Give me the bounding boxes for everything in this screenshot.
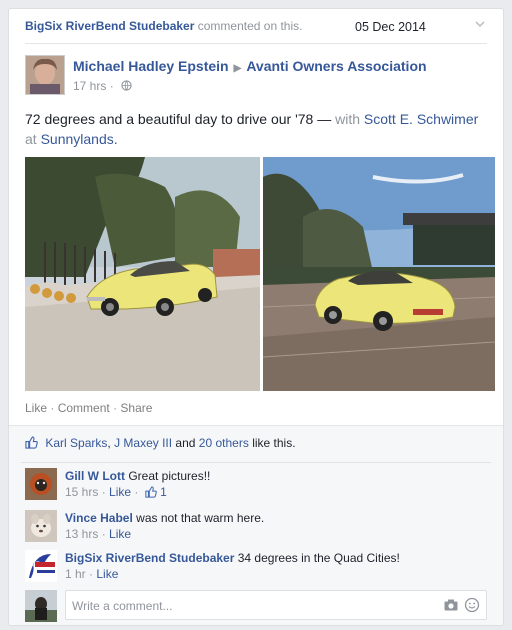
story-date: 05 Dec 2014 xyxy=(355,20,426,34)
comment-item: Gill W Lott Great pictures!! 15 hrs · Li… xyxy=(25,468,487,508)
author-avatar[interactable] xyxy=(25,55,65,95)
feedback-section: Karl Sparks, J Maxey III and 20 others l… xyxy=(9,425,503,625)
globe-icon[interactable] xyxy=(121,80,132,91)
comment-text: was not that warm here. xyxy=(136,511,265,525)
comment-item: BigSix RiverBend Studebaker 34 degrees i… xyxy=(25,550,487,590)
meta-dot: · xyxy=(101,485,106,499)
comment-text: Great pictures!! xyxy=(128,469,211,483)
viewer-avatar xyxy=(25,590,57,622)
likes-comma: , xyxy=(107,436,111,450)
post-actions: Like · Comment · Share xyxy=(25,401,152,415)
post-timestamp[interactable]: 17 hrs xyxy=(73,79,106,93)
commenter-name-link[interactable]: Gill W Lott xyxy=(65,469,125,483)
comment-time[interactable]: 1 hr xyxy=(65,567,86,581)
commenter-avatar[interactable] xyxy=(25,510,57,542)
post-meta: 17 hrs · xyxy=(73,79,132,93)
post-message: 72 degrees and a beautiful day to drive … xyxy=(25,109,487,149)
meta-dot: · xyxy=(109,79,114,93)
author-line: Michael Hadley Epstein ▶ Avanti Owners Ass… xyxy=(73,58,427,74)
arrow-right-icon: ▶ xyxy=(233,63,242,74)
share-button[interactable]: Share xyxy=(120,401,152,415)
comment-input-placeholder: Write a comment... xyxy=(72,599,173,613)
emoji-icon[interactable] xyxy=(464,597,480,613)
author-name-link[interactable]: Michael Hadley Epstein xyxy=(73,58,229,74)
comment-text: 34 degrees in the Quad Cities! xyxy=(237,551,400,565)
commenter-name-link[interactable]: BigSix RiverBend Studebaker xyxy=(65,551,234,565)
news-feed-story: BigSix RiverBend Studebaker commented on… xyxy=(8,8,504,626)
comment-button[interactable]: Comment xyxy=(58,401,110,415)
comment-input[interactable]: Write a comment... xyxy=(65,590,487,620)
action-dot: · xyxy=(113,401,118,415)
photo-2[interactable] xyxy=(263,157,495,391)
comment-like-link[interactable]: Like xyxy=(96,567,118,581)
liker-link-2[interactable]: J Maxey III xyxy=(114,436,172,450)
likes-and: and xyxy=(175,436,196,450)
with-label: with xyxy=(335,111,361,127)
meta-dot: · xyxy=(89,567,94,581)
story-header: BigSix RiverBend Studebaker commented on… xyxy=(25,19,487,44)
comment-like-link[interactable]: Like xyxy=(109,527,131,541)
comment-time[interactable]: 13 hrs xyxy=(65,527,98,541)
story-actor-link[interactable]: BigSix RiverBend Studebaker xyxy=(25,19,194,33)
car-photo-front xyxy=(25,157,260,391)
photo-grid xyxy=(25,157,495,391)
story-verb: commented on this. xyxy=(197,19,303,33)
author-portrait-image xyxy=(26,56,64,94)
group-name-link[interactable]: Avanti Owners Association xyxy=(246,58,426,74)
commenter-name-link[interactable]: Vince Habel xyxy=(65,511,133,525)
thumbs-up-icon xyxy=(145,486,157,498)
commenter-avatar[interactable] xyxy=(25,468,57,500)
action-dot: · xyxy=(50,401,55,415)
like-button[interactable]: Like xyxy=(25,401,47,415)
meta-dot: · xyxy=(134,485,139,499)
comment-like-link[interactable]: Like xyxy=(109,485,131,499)
commenter-avatar[interactable] xyxy=(25,550,57,582)
comment-like-count[interactable]: 1 xyxy=(160,485,167,499)
liker-link-1[interactable]: Karl Sparks xyxy=(45,436,107,450)
others-link[interactable]: 20 others xyxy=(199,436,249,450)
chevron-down-icon[interactable] xyxy=(473,17,487,31)
post-author-row: Michael Hadley Epstein ▶ Avanti Owners Ass… xyxy=(25,55,487,95)
divider xyxy=(21,462,491,463)
photo-1[interactable] xyxy=(25,157,260,391)
at-label: at xyxy=(25,131,37,147)
comment-item: Vince Habel was not that warm here. 13 h… xyxy=(25,510,487,550)
comment-composer: Write a comment... xyxy=(25,590,487,622)
post-text: 72 degrees and a beautiful day to drive … xyxy=(25,111,332,127)
meta-dot: · xyxy=(101,527,106,541)
car-photo-rear xyxy=(263,157,495,391)
camera-icon[interactable] xyxy=(444,599,458,611)
likes-suffix: like this. xyxy=(252,436,296,450)
comment-time[interactable]: 15 hrs xyxy=(65,485,98,499)
tagged-person-link[interactable]: Scott E. Schwimer xyxy=(364,111,478,127)
thumbs-up-icon xyxy=(25,436,38,449)
like-sentence: Karl Sparks, J Maxey III and 20 others l… xyxy=(25,436,487,456)
place-link[interactable]: Sunnylands. xyxy=(41,131,118,147)
